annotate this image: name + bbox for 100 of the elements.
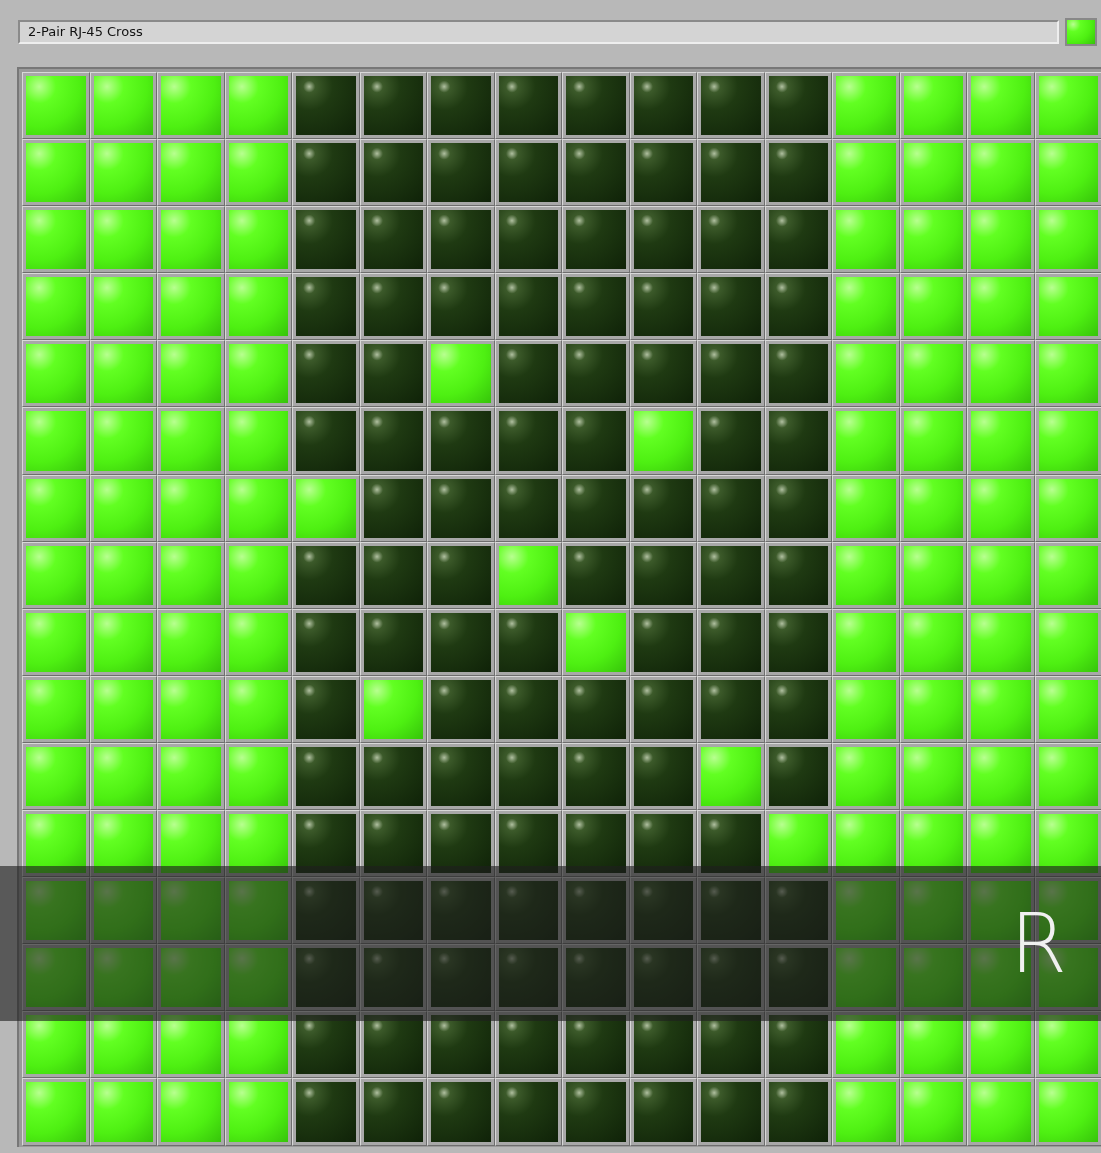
led-light[interactable] (296, 411, 356, 471)
led-light[interactable] (161, 1015, 221, 1075)
led-light[interactable] (363, 612, 423, 672)
led-light[interactable] (431, 612, 491, 672)
led-light[interactable] (971, 814, 1031, 874)
led-light[interactable] (768, 277, 828, 337)
led-light[interactable] (363, 277, 423, 337)
led-light[interactable] (566, 344, 626, 404)
led-light[interactable] (93, 1015, 153, 1075)
led-light[interactable] (498, 679, 558, 739)
led-light[interactable] (498, 143, 558, 203)
led-light[interactable] (498, 76, 558, 136)
led-light[interactable] (26, 814, 86, 874)
led-light[interactable] (363, 143, 423, 203)
led-light[interactable] (971, 1015, 1031, 1075)
led-light[interactable] (701, 411, 761, 471)
led-light[interactable] (566, 478, 626, 538)
led-light[interactable] (768, 411, 828, 471)
led-light[interactable] (431, 1015, 491, 1075)
led-light[interactable] (566, 814, 626, 874)
led-light[interactable] (633, 478, 693, 538)
led-light[interactable] (836, 814, 896, 874)
led-light[interactable] (633, 746, 693, 807)
led-light[interactable] (498, 1015, 558, 1075)
led-light[interactable] (296, 545, 356, 605)
led-light[interactable] (768, 344, 828, 404)
led-light[interactable] (431, 478, 491, 538)
led-light[interactable] (498, 746, 558, 807)
led-light[interactable] (498, 612, 558, 672)
led-light[interactable] (768, 143, 828, 203)
led-light[interactable] (498, 411, 558, 471)
led-light[interactable] (566, 277, 626, 337)
led-light[interactable] (228, 1015, 288, 1075)
led-light[interactable] (633, 210, 693, 270)
led-light[interactable] (431, 814, 491, 874)
led-light[interactable] (431, 76, 491, 136)
led-light[interactable] (566, 411, 626, 471)
led-light[interactable] (701, 210, 761, 270)
led-light[interactable] (1038, 1015, 1098, 1075)
led-light[interactable] (296, 679, 356, 739)
led-light[interactable] (498, 210, 558, 270)
led-light[interactable] (363, 1015, 423, 1075)
led-light[interactable] (768, 76, 828, 136)
led-light[interactable] (701, 814, 761, 874)
led-light[interactable] (566, 210, 626, 270)
led-light[interactable] (633, 1015, 693, 1075)
led-light[interactable] (363, 1082, 423, 1142)
led-light[interactable] (633, 1082, 693, 1142)
led-light[interactable] (633, 344, 693, 404)
led-light[interactable] (768, 814, 828, 874)
led-light[interactable] (431, 1082, 491, 1142)
led-light[interactable] (633, 612, 693, 672)
led-light[interactable] (296, 277, 356, 337)
led-light[interactable] (633, 76, 693, 136)
led-light[interactable] (768, 612, 828, 672)
led-light[interactable] (701, 277, 761, 337)
led-light[interactable] (701, 1082, 761, 1142)
led-light[interactable] (768, 210, 828, 270)
led-light[interactable] (566, 679, 626, 739)
led-light[interactable] (431, 143, 491, 203)
led-light[interactable] (93, 814, 153, 874)
led-light[interactable] (26, 1015, 86, 1075)
led-light[interactable] (566, 746, 626, 807)
led-light[interactable] (1038, 814, 1098, 874)
led-light[interactable] (768, 679, 828, 739)
led-light[interactable] (768, 1015, 828, 1075)
led-light[interactable] (566, 1015, 626, 1075)
led-light[interactable] (498, 1082, 558, 1142)
led-light[interactable] (296, 814, 356, 874)
led-light[interactable] (903, 1015, 963, 1075)
led-light[interactable] (363, 411, 423, 471)
led-light[interactable] (363, 478, 423, 538)
led-light[interactable] (431, 746, 491, 807)
led-light[interactable] (363, 344, 423, 404)
led-light[interactable] (161, 814, 221, 874)
led-light[interactable] (701, 344, 761, 404)
led-light[interactable] (296, 746, 356, 807)
led-light[interactable] (768, 1082, 828, 1142)
led-light[interactable] (701, 143, 761, 203)
led-light[interactable] (431, 210, 491, 270)
led-light[interactable] (566, 143, 626, 203)
led-light[interactable] (633, 143, 693, 203)
led-light[interactable] (498, 277, 558, 337)
led-light[interactable] (633, 679, 693, 739)
led-light[interactable] (498, 344, 558, 404)
led-light[interactable] (768, 746, 828, 807)
led-light[interactable] (633, 545, 693, 605)
led-light[interactable] (363, 814, 423, 874)
led-light[interactable] (498, 814, 558, 874)
led-light[interactable] (633, 277, 693, 337)
led-light[interactable] (363, 76, 423, 136)
led-light[interactable] (431, 545, 491, 605)
led-light[interactable] (701, 612, 761, 672)
led-light[interactable] (701, 76, 761, 136)
led-light[interactable] (363, 545, 423, 605)
led-light[interactable] (296, 76, 356, 136)
led-light[interactable] (633, 814, 693, 874)
led-light[interactable] (296, 1015, 356, 1075)
led-light[interactable] (296, 143, 356, 203)
led-light[interactable] (701, 545, 761, 605)
